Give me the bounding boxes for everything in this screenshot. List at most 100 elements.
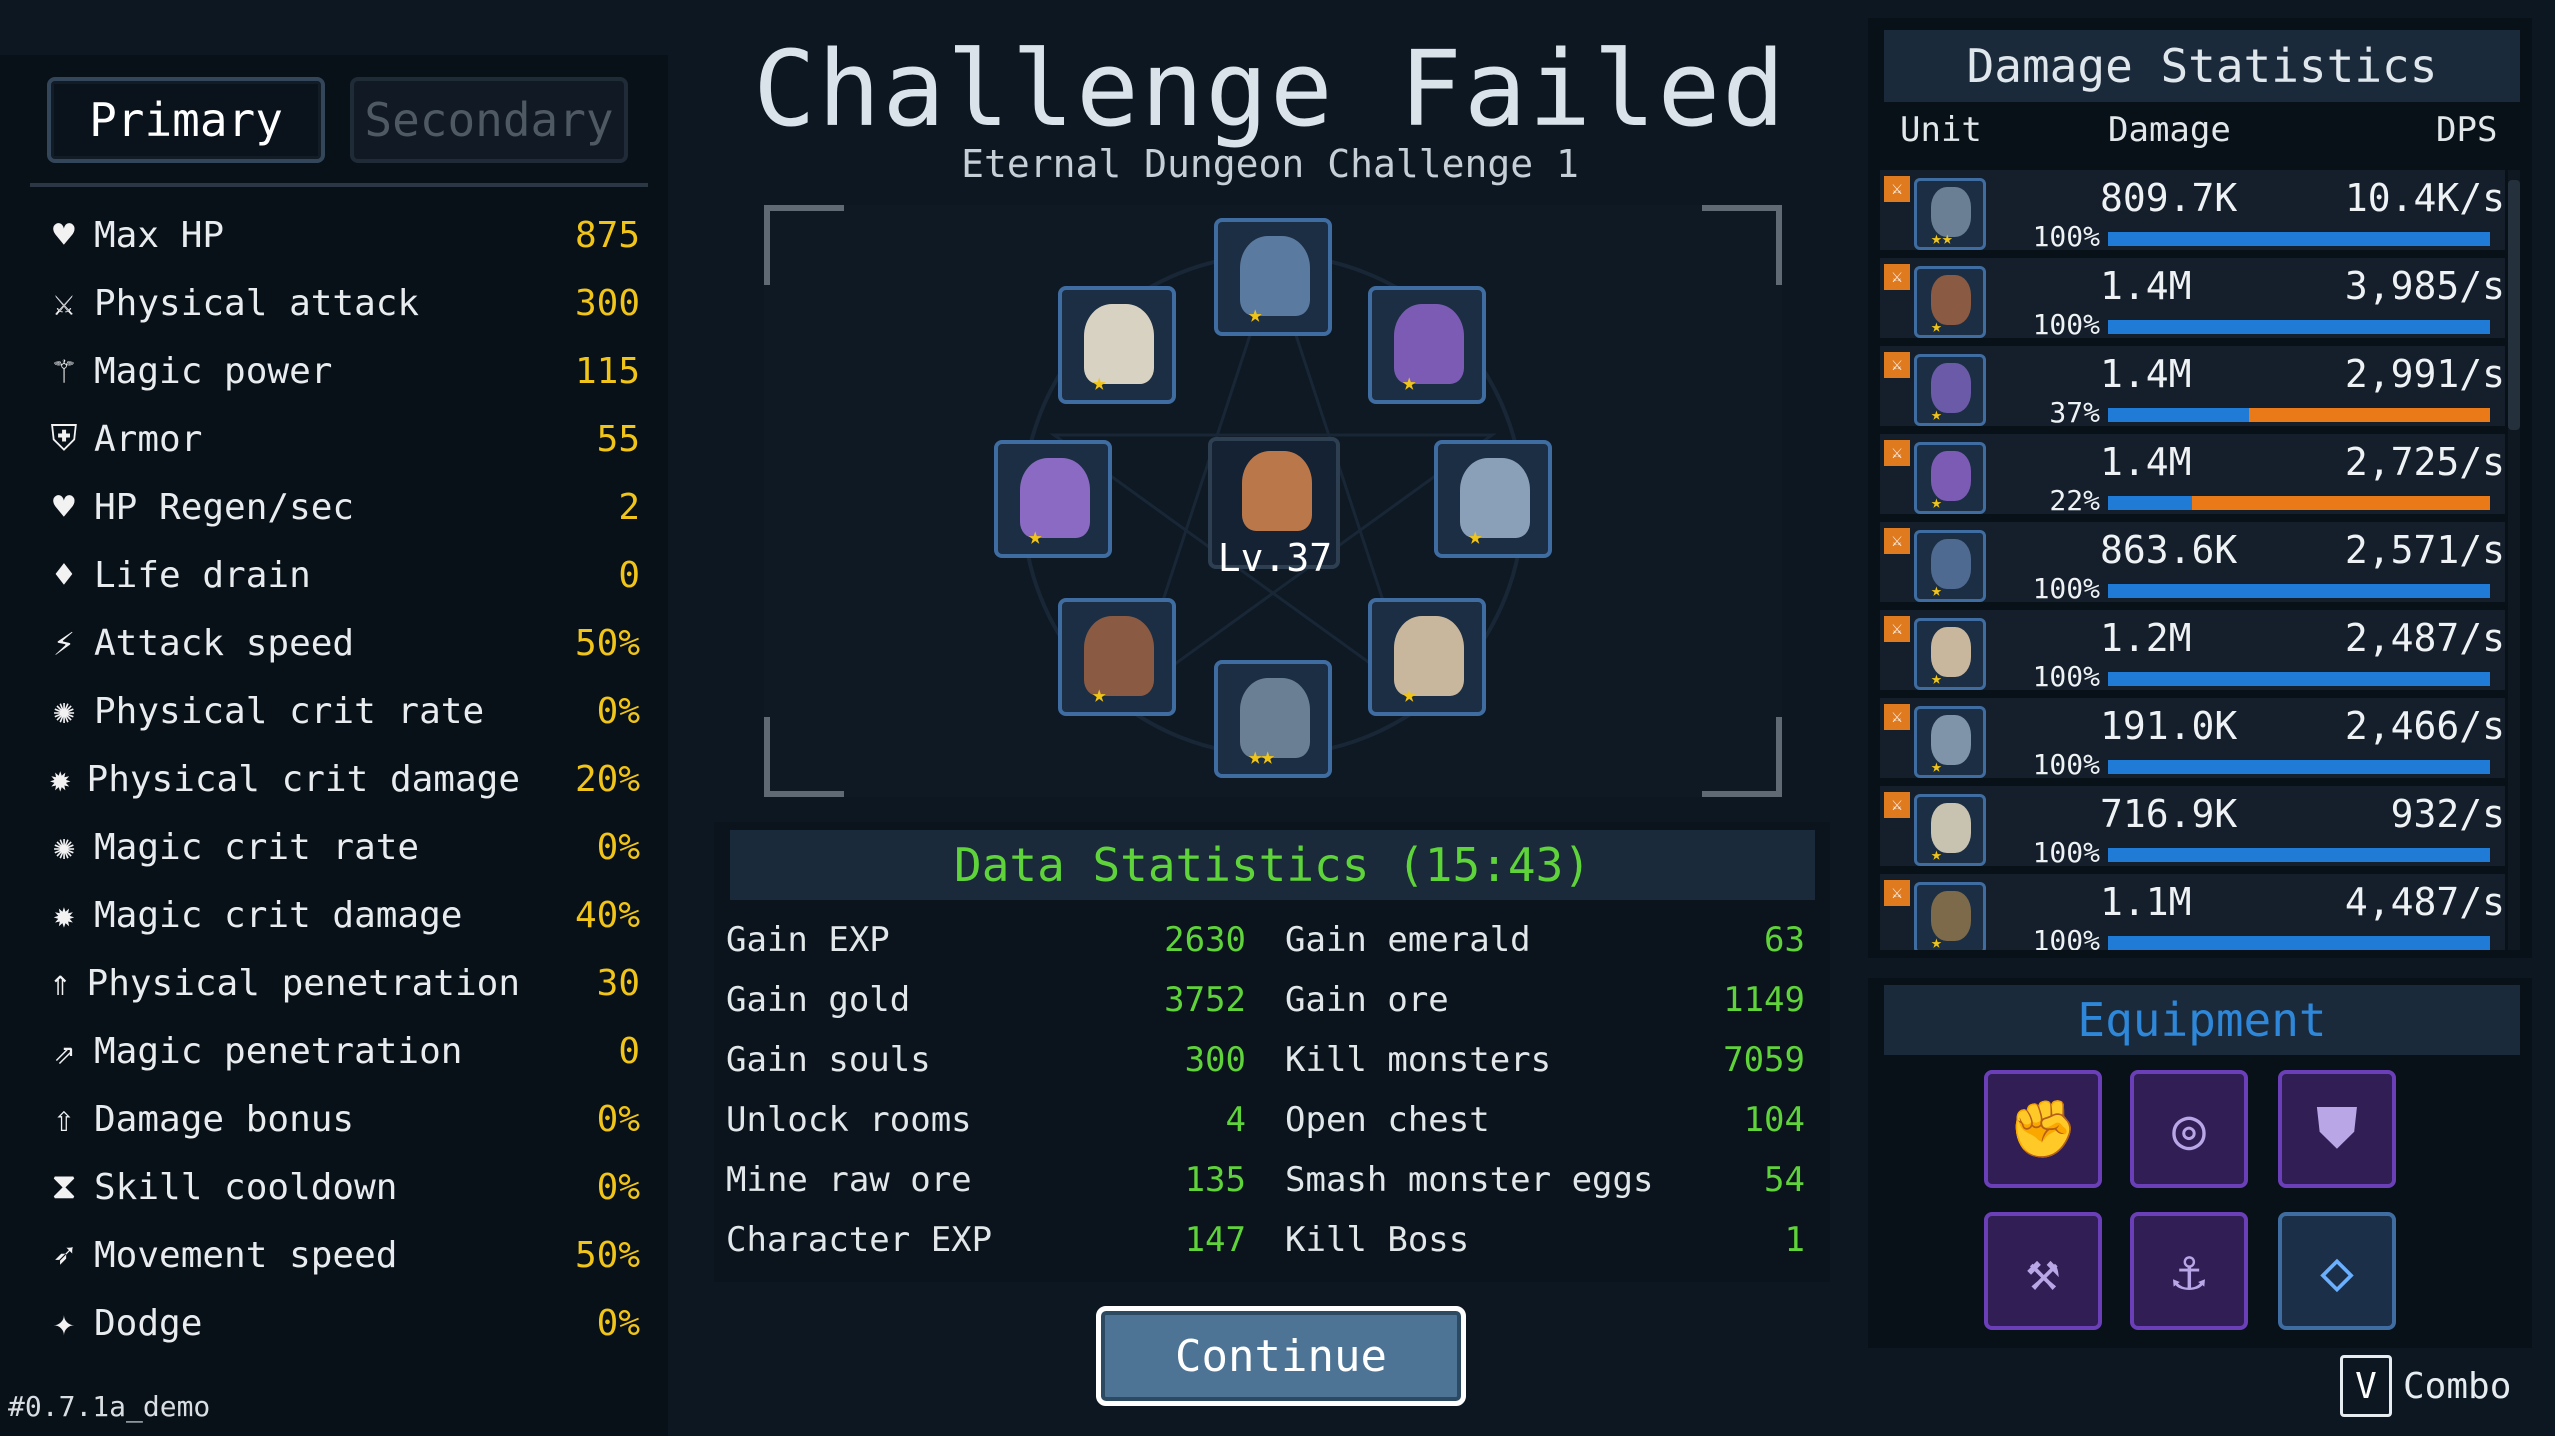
boots-icon[interactable]: ⚓ <box>2130 1212 2248 1330</box>
stat-item: Character EXP 147 <box>726 1215 1246 1265</box>
continue-button[interactable]: Continue <box>1096 1306 1466 1406</box>
stat-value: 875 <box>574 214 640 256</box>
stat-label: Damage bonus <box>94 1098 355 1140</box>
star-rating: ★ <box>1402 368 1417 396</box>
stat-item-value: 147 <box>1184 1220 1246 1260</box>
stat-label: Physical crit damage <box>86 758 520 800</box>
damage-row[interactable]: ⚔ ★ 1.4M 3,985/s 100% <box>1880 258 2505 346</box>
unit-portrait[interactable]: ★ <box>1914 266 1986 338</box>
hero-ice-knight[interactable]: ★ <box>1434 440 1552 558</box>
stat-value: 0% <box>596 1302 640 1344</box>
damage-share-percent: 37% <box>2049 396 2100 429</box>
stat-value: 0% <box>596 826 640 868</box>
damage-bar <box>2108 672 2490 686</box>
stat-item: Mine raw ore 135 <box>726 1155 1246 1205</box>
stat-value: 50% <box>574 622 640 664</box>
combo-key-hint[interactable]: V <box>2340 1355 2392 1417</box>
damage-row[interactable]: ⚔ ★ 1.2M 2,487/s 100% <box>1880 610 2505 698</box>
stat-row: ➶ Movement speed 50% <box>40 1225 640 1285</box>
stat-label: Movement speed <box>94 1234 398 1276</box>
hero-white-haired-swordsman[interactable]: ★ <box>1058 286 1176 404</box>
column-header-damage: Damage <box>2108 110 2231 150</box>
stat-label: Max HP <box>94 214 225 256</box>
unit-portrait[interactable]: ★ <box>1914 706 1986 778</box>
hero-blue-reaper[interactable]: ★ <box>1214 218 1332 336</box>
sword-badge-icon: ⚔ <box>1884 352 1910 378</box>
stat-value: 0% <box>596 1166 640 1208</box>
axe-icon[interactable]: ⚒ <box>1984 1212 2102 1330</box>
damage-value: 1.4M <box>2100 352 2192 396</box>
amulet-icon[interactable]: ◇ <box>2278 1212 2396 1330</box>
stat-item-label: Gain gold <box>726 980 911 1020</box>
damage-row[interactable]: ⚔ ★ 191.0K 2,466/s 100% <box>1880 698 2505 786</box>
stat-item-label: Open chest <box>1285 1100 1490 1140</box>
unit-portrait[interactable]: ★ <box>1914 882 1986 950</box>
data-statistics-title: Data Statistics (15:43) <box>954 838 1591 892</box>
page-subtitle: Eternal Dungeon Challenge 1 <box>961 142 1579 186</box>
chest-armor-icon[interactable]: ⛊ <box>2278 1070 2396 1188</box>
unit-portrait[interactable]: ★ <box>1914 618 1986 690</box>
damage-value: 1.2M <box>2100 616 2192 660</box>
page-title: Challenge Failed <box>753 28 1787 150</box>
damage-share-percent: 100% <box>2032 660 2100 693</box>
damage-share-percent: 100% <box>2032 836 2100 869</box>
main-character-sprite <box>1242 451 1312 531</box>
stat-row: ⚔ Physical attack 300 <box>40 273 640 333</box>
magic-crit-damage-icon: ✹ <box>53 894 75 936</box>
version-label: #0.7.1a_demo <box>8 1390 211 1423</box>
blood-drop-icon: ♦ <box>53 554 75 596</box>
star-rating: ★ <box>1931 404 1942 425</box>
stat-row: ⇗ Magic penetration 0 <box>40 1021 640 1081</box>
star-rating: ★ <box>1931 668 1942 689</box>
star-rating: ★ <box>1931 756 1942 777</box>
damage-row[interactable]: ⚔ ★★ 809.7K 10.4K/s 100% <box>1880 170 2505 258</box>
damage-share-percent: 100% <box>2032 924 2100 950</box>
stat-item-label: Smash monster eggs <box>1285 1160 1654 1200</box>
wand-icon: ⚚ <box>53 350 75 392</box>
physical-crit-damage-icon: ✹ <box>49 758 72 800</box>
unit-portrait[interactable]: ★★ <box>1914 178 1986 250</box>
stat-item: Kill monsters 7059 <box>1285 1035 1805 1085</box>
hero-purple-cat-mage[interactable]: ★ <box>1368 286 1486 404</box>
unit-portrait[interactable]: ★ <box>1914 530 1986 602</box>
stat-label: Physical attack <box>94 282 420 324</box>
damage-row[interactable]: ⚔ ★ 1.1M 4,487/s 100% <box>1880 874 2505 950</box>
damage-bar <box>2108 760 2490 774</box>
damage-list[interactable]: ⚔ ★★ 809.7K 10.4K/s 100% ⚔ ★ 1.4M 3,985/s 100% ⚔ ★ 1… <box>1880 170 2505 950</box>
star-rating: ★ <box>1931 492 1942 513</box>
stat-label: Life drain <box>94 554 311 596</box>
hero-cannon-soldier[interactable]: ★★ <box>1214 660 1332 778</box>
unit-portrait[interactable]: ★ <box>1914 354 1986 426</box>
stat-value: 0 <box>618 554 640 596</box>
stat-row: ⚡ Attack speed 50% <box>40 613 640 673</box>
scrollbar-thumb[interactable] <box>2508 180 2520 430</box>
damage-row[interactable]: ⚔ ★ 716.9K 932/s 100% <box>1880 786 2505 874</box>
damage-value: 809.7K <box>2100 176 2238 220</box>
stat-label: Physical crit rate <box>94 690 485 732</box>
star-rating: ★ <box>1931 932 1942 950</box>
gauntlet-icon[interactable]: ✊ <box>1984 1070 2102 1188</box>
tab-primary[interactable]: Primary <box>47 77 325 163</box>
hero-glasses-scholar[interactable]: ★ <box>1368 598 1486 716</box>
unit-portrait[interactable]: ★ <box>1914 442 1986 514</box>
heart-regen-icon: ♥ <box>53 486 75 528</box>
damage-row[interactable]: ⚔ ★ 1.4M 2,725/s 22% <box>1880 434 2505 522</box>
stat-item-value: 300 <box>1184 1040 1246 1080</box>
hourglass-icon: ⧗ <box>51 1166 77 1207</box>
unit-portrait[interactable]: ★ <box>1914 794 1986 866</box>
damage-row[interactable]: ⚔ ★ 863.6K 2,571/s 100% <box>1880 522 2505 610</box>
star-rating: ★ <box>1028 522 1043 550</box>
stat-item: Gain emerald 63 <box>1285 915 1805 965</box>
damage-list-scrollbar[interactable] <box>2508 170 2520 950</box>
star-rating: ★ <box>1402 680 1417 708</box>
necklace-icon[interactable]: ◎ <box>2130 1070 2248 1188</box>
damage-bar <box>2108 584 2490 598</box>
stat-row: ⇧ Damage bonus 0% <box>40 1089 640 1149</box>
tab-secondary[interactable]: Secondary <box>350 77 628 163</box>
damage-row[interactable]: ⚔ ★ 1.4M 2,991/s 37% <box>1880 346 2505 434</box>
damage-value: 191.0K <box>2100 704 2238 748</box>
hero-rifle-gunner[interactable]: ★ <box>1058 598 1176 716</box>
stat-value: 0% <box>596 690 640 732</box>
stat-item-label: Gain emerald <box>1285 920 1531 960</box>
hero-horned-archer[interactable]: ★ <box>994 440 1112 558</box>
